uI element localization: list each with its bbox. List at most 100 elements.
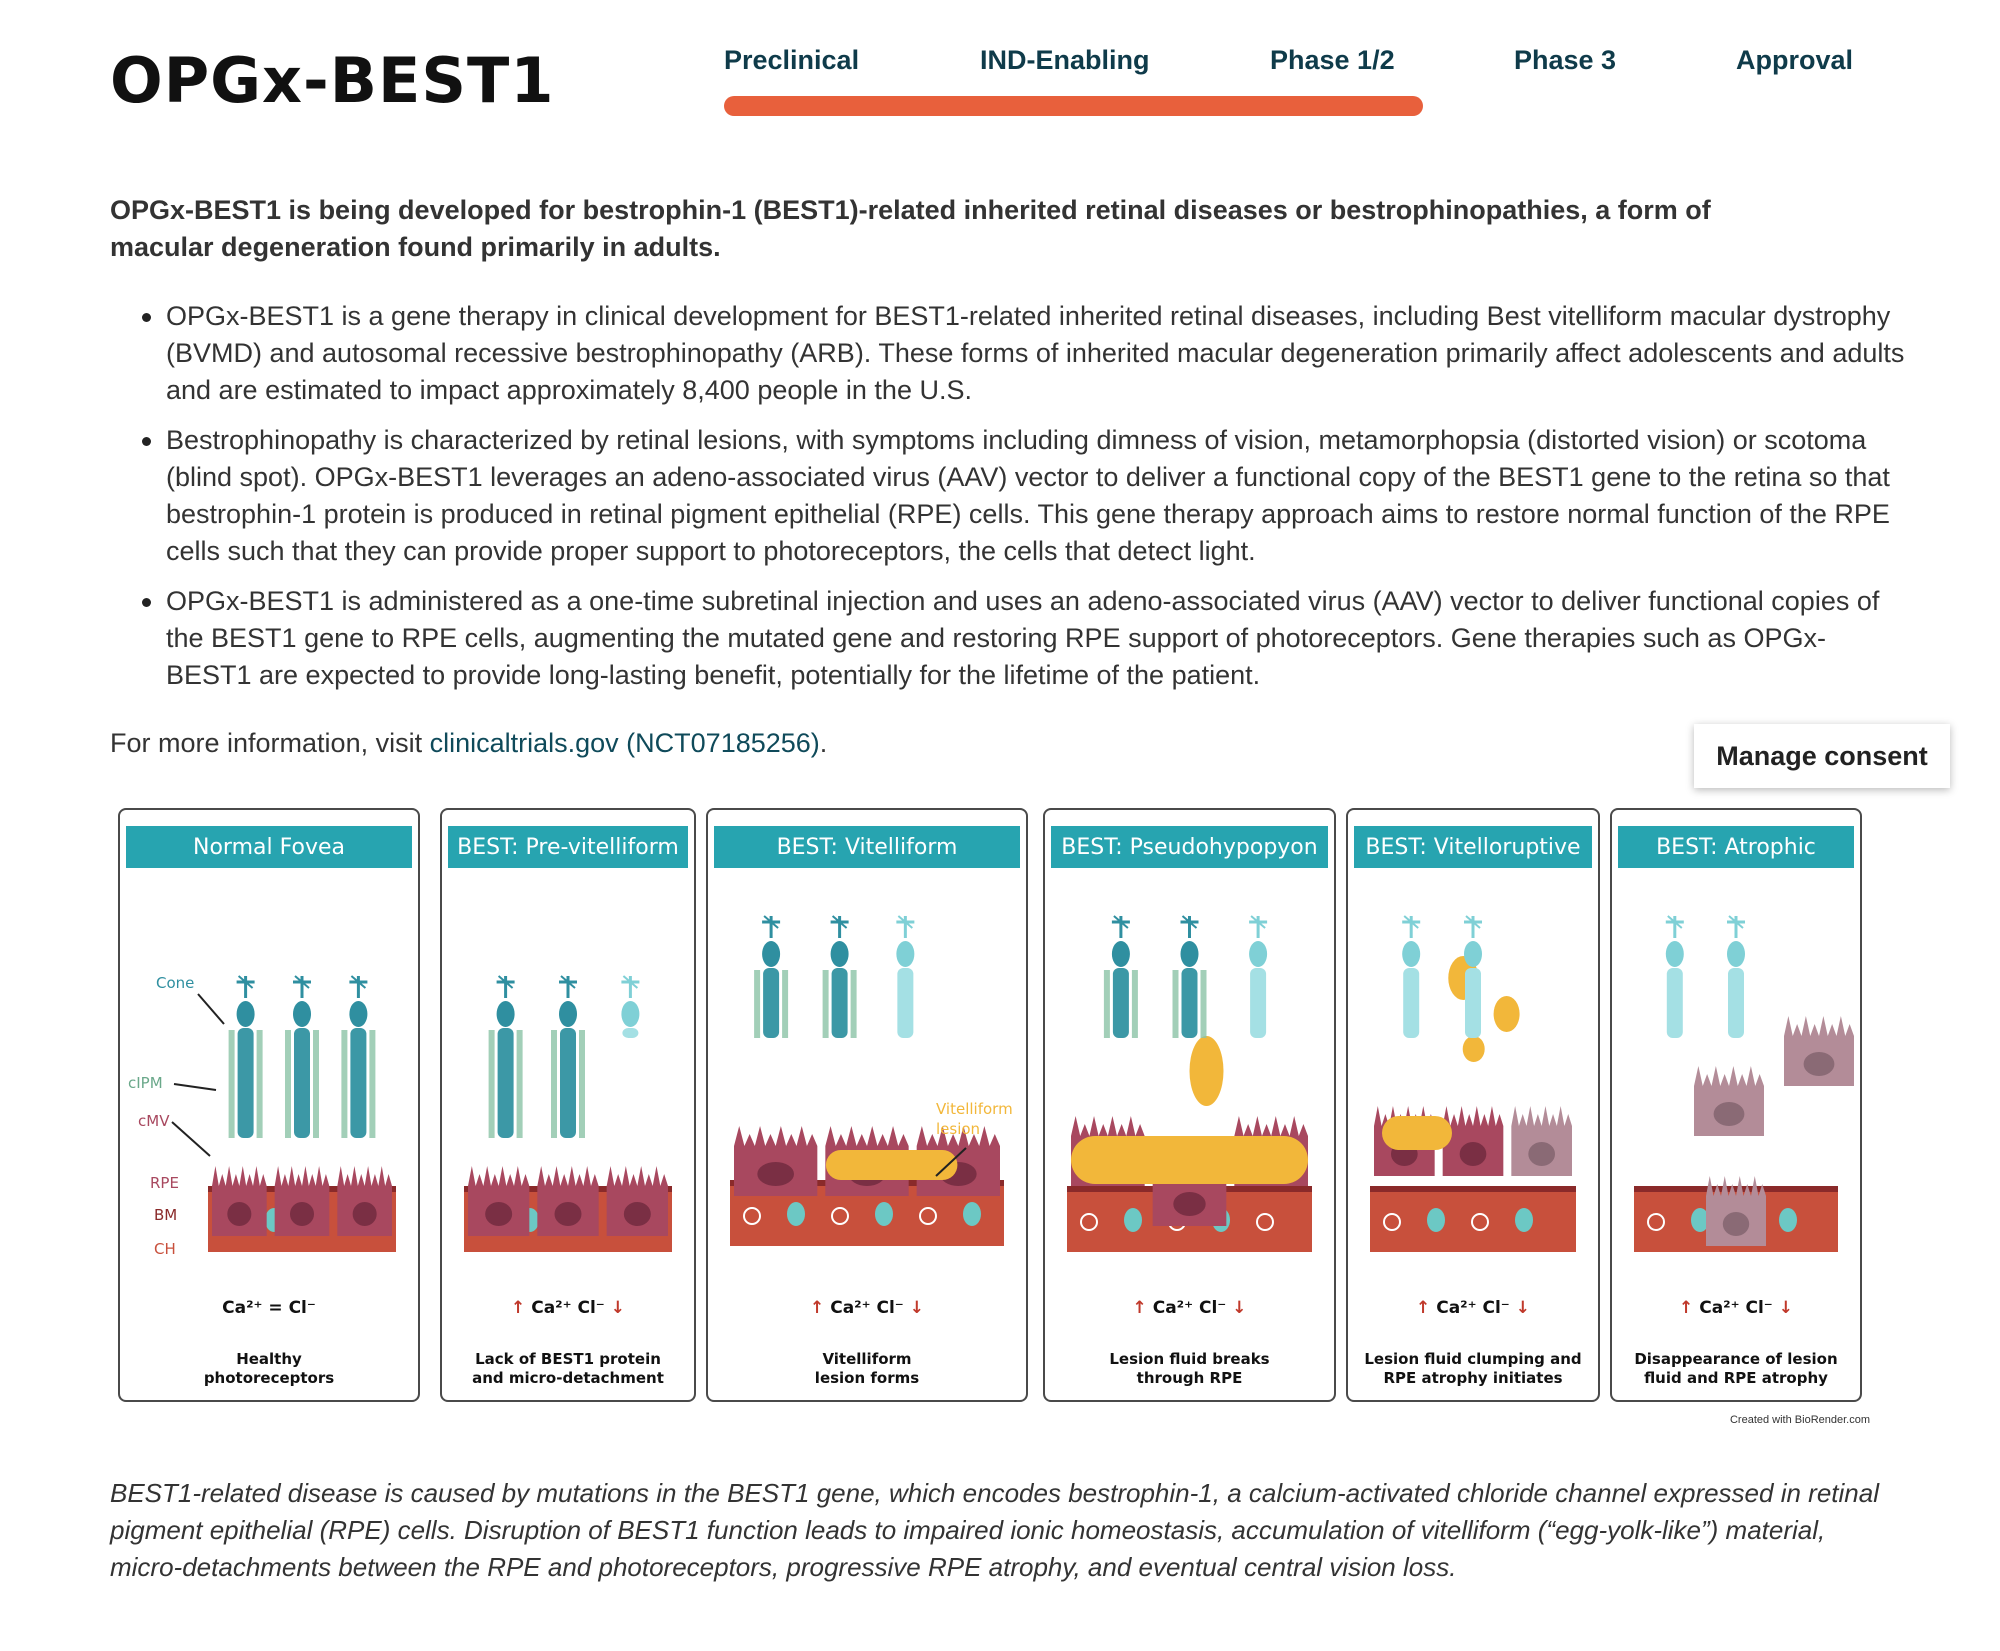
arrow-down-icon: ↓	[1772, 1298, 1793, 1318]
panel-caption: Lack of BEST1 protein and micro-detachmen…	[442, 1350, 694, 1388]
panel-caption: Disappearance of lesion fluid and RPE atr…	[1612, 1350, 1860, 1388]
development-pipeline: Preclinical IND-Enabling Phase 1/2 Phase…	[724, 40, 1864, 120]
rpe-cell-icon	[1694, 1066, 1764, 1136]
caption-line: Disappearance of lesion	[1634, 1350, 1838, 1368]
arrow-up-icon: ↑	[1679, 1298, 1700, 1318]
cone-cell-icon	[1103, 915, 1138, 1038]
more-info-line: For more information, visit clinicaltria…	[110, 728, 827, 759]
cone-cell-icon	[1172, 915, 1207, 1038]
vitelliform-lesion	[1189, 1036, 1224, 1106]
label-arrow	[173, 1083, 217, 1091]
rpe-cell-icon	[606, 1166, 668, 1236]
pipeline-progress-bar	[724, 96, 1423, 116]
cone-cell-icon	[896, 915, 915, 1038]
cone-cell-icon	[754, 915, 789, 1038]
panel-title: BEST: Vitelliform	[714, 826, 1020, 868]
ion-text: Ca²⁺ Cl⁻	[830, 1298, 904, 1318]
bullet-icon	[142, 598, 151, 607]
ion-balance-label: Ca²⁺ = Cl⁻	[222, 1298, 316, 1318]
ion-balance-label: ↑ Ca²⁺ Cl⁻ ↓	[442, 1298, 694, 1318]
manage-consent-button[interactable]: Manage consent	[1694, 724, 1950, 788]
ion-balance-label: ↑ Ca²⁺ Cl⁻ ↓	[1348, 1298, 1598, 1318]
retina-illustration	[1067, 915, 1312, 1252]
panel-title: BEST: Atrophic	[1618, 826, 1854, 868]
cone-cell-icon	[1727, 915, 1745, 1038]
figure-panel: BEST: Vitelliform Vitelliform lesion ↑ Ca²⁺…	[706, 808, 1028, 1402]
rpe-cell-icon	[1511, 1106, 1572, 1176]
retina-illustration	[464, 975, 672, 1252]
rpe-cell-icon	[468, 1166, 530, 1236]
detail-bullets: OPGx-BEST1 is a gene therapy in clinical…	[110, 298, 1910, 707]
cone-cell-icon	[1665, 915, 1684, 1038]
cone-cell-icon	[1249, 915, 1268, 1038]
arrow-up-icon: ↑	[810, 1298, 831, 1318]
arrow-up-icon: ↑	[1132, 1298, 1153, 1318]
page-title: OPGx-BEST1	[110, 44, 555, 117]
label-arrow	[197, 993, 225, 1025]
ion-text: Ca²⁺ Cl⁻	[1436, 1298, 1510, 1318]
arrow-up-icon: ↑	[511, 1298, 532, 1318]
retina-illustration	[1634, 915, 1854, 1252]
caption-line: Vitelliform	[822, 1350, 912, 1368]
rpe-cell-icon	[337, 1166, 392, 1236]
stage-ind-enabling[interactable]: IND-Enabling	[980, 45, 1150, 76]
panel-title: Normal Fovea	[126, 826, 412, 868]
vitelliform-lesion	[1493, 996, 1520, 1032]
cone-cell-icon	[341, 975, 376, 1138]
clinicaltrials-link[interactable]: clinicaltrials.gov (NCT07185256)	[430, 728, 820, 758]
retina-illustration	[1370, 915, 1576, 1252]
stage-phase-3[interactable]: Phase 3	[1514, 45, 1616, 76]
arrow-down-icon: ↓	[1509, 1298, 1530, 1318]
caption-line: RPE atrophy initiates	[1383, 1369, 1563, 1387]
ion-balance-label: ↑ Ca²⁺ Cl⁻ ↓	[708, 1298, 1026, 1318]
panel-caption: Healthy photoreceptors	[120, 1350, 418, 1388]
vitelliform-lesion	[1382, 1116, 1452, 1150]
rpe-cell-icon	[1784, 1016, 1854, 1086]
figure-panel: BEST: Pre-vitelliform ↑ Ca²⁺ Cl⁻ ↓ Lack of…	[440, 808, 696, 1402]
figure-panel: Normal Fovea Cone cIPM cMV RPE BM CH Ca²⁺ = Cl⁻…	[118, 808, 420, 1402]
ion-balance-label: ↑ Ca²⁺ Cl⁻ ↓	[1612, 1298, 1860, 1318]
vitelliform-lesion	[1071, 1136, 1308, 1184]
stage-approval[interactable]: Approval	[1736, 45, 1853, 76]
rpe-cell-icon	[212, 1166, 267, 1236]
disease-stage-figure: Created with BioRender.com Normal Fovea C…	[118, 804, 1882, 1426]
cone-cell-icon	[621, 975, 640, 1038]
bullet-item: OPGx-BEST1 is administered as a one-time…	[110, 583, 1910, 694]
cone-cell-icon	[1402, 915, 1421, 1038]
cone-cell-icon	[285, 975, 319, 1138]
stage-phase-1-2[interactable]: Phase 1/2	[1270, 45, 1395, 76]
figure-panel: BEST: Pseudohypopyon ↑ Ca²⁺ Cl⁻ ↓ Lesion f…	[1043, 808, 1336, 1402]
caption-line: and micro-detachment	[472, 1369, 664, 1387]
cone-cell-icon	[551, 975, 585, 1138]
intro-summary: OPGx-BEST1 is being developed for bestro…	[110, 195, 1711, 262]
choroid-layer	[1370, 1186, 1576, 1252]
ion-text: Ca²⁺ Cl⁻	[1152, 1298, 1227, 1318]
stage-preclinical[interactable]: Preclinical	[724, 45, 859, 76]
arrow-down-icon: ↓	[903, 1298, 924, 1318]
ion-balance-label: ↑ Ca²⁺ Cl⁻ ↓	[1045, 1298, 1334, 1318]
rpe-cell-icon	[734, 1126, 818, 1196]
figure-panel: BEST: Vitelloruptive ↑ Ca²⁺ Cl⁻ ↓ Lesion f…	[1346, 808, 1600, 1402]
caption-line: lesion forms	[814, 1369, 920, 1387]
caption-line: through RPE	[1136, 1369, 1243, 1387]
cone-cell-icon	[1464, 915, 1482, 1038]
caption-line: fluid and RPE atrophy	[1644, 1369, 1828, 1387]
lesion-label: Vitelliform	[936, 1100, 1013, 1118]
bullet-text: OPGx-BEST1 is administered as a one-time…	[166, 586, 1880, 690]
ion-text: Ca²⁺ Cl⁻	[1699, 1298, 1773, 1318]
more-info-suffix: .	[819, 728, 828, 758]
retina-illustration: Cone cIPM cMV RPE BM CH	[128, 974, 396, 1258]
panel-title: BEST: Vitelloruptive	[1354, 826, 1592, 868]
vitelliform-lesion	[1462, 1036, 1485, 1062]
layer-label: cIPM	[128, 1074, 163, 1092]
figure-credit: Created with BioRender.com	[1729, 1414, 1870, 1426]
cone-cell-icon	[228, 975, 263, 1138]
panel-caption: Vitelliform lesion forms	[708, 1350, 1026, 1388]
rpe-cell-icon	[1442, 1106, 1504, 1176]
panel-title: BEST: Pseudohypopyon	[1051, 826, 1328, 868]
caption-line: Lack of BEST1 protein	[475, 1350, 661, 1368]
panel-caption: Lesion fluid clumping and RPE atrophy ini…	[1348, 1350, 1598, 1388]
arrow-up-icon: ↑	[1416, 1298, 1437, 1318]
rpe-cell-icon	[537, 1166, 599, 1236]
cone-cell-icon	[822, 915, 857, 1038]
